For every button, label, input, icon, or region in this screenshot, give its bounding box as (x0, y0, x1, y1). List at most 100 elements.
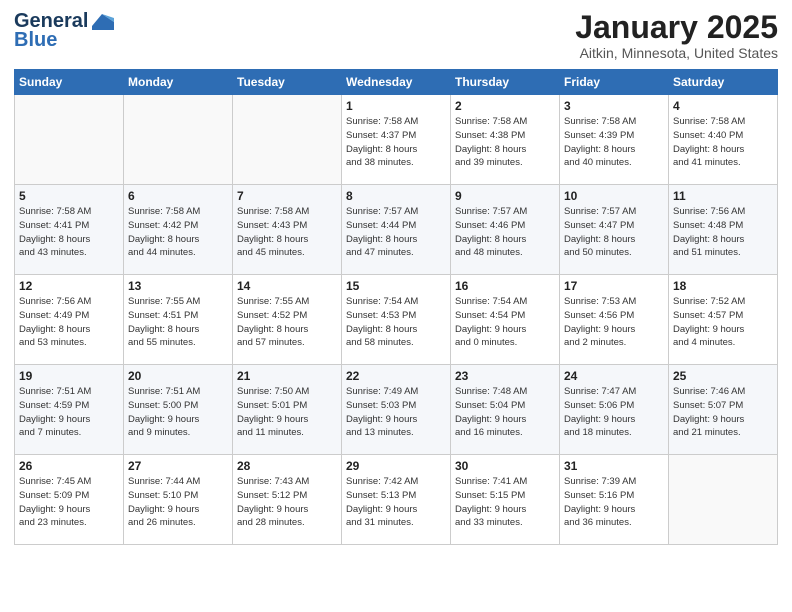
day-info: Sunset: 4:53 PM (346, 309, 446, 323)
day-info: Sunrise: 7:58 AM (128, 205, 228, 219)
day-number: 13 (128, 279, 228, 293)
day-info: Daylight: 8 hours (19, 323, 119, 337)
calendar-title: January 2025 (575, 10, 778, 45)
day-info: and 18 minutes. (564, 426, 664, 440)
day-info: Sunrise: 7:46 AM (673, 385, 773, 399)
calendar-cell: 15 Sunrise: 7:54 AMSunset: 4:53 PMDayligh… (342, 275, 451, 365)
day-info: Daylight: 9 hours (237, 413, 337, 427)
logo-wave-icon (92, 12, 114, 30)
title-section: January 2025 Aitkin, Minnesota, United S… (575, 10, 778, 61)
day-info: and 51 minutes. (673, 246, 773, 260)
day-info: Sunset: 4:54 PM (455, 309, 555, 323)
day-number: 29 (346, 459, 446, 473)
logo-text-blue: Blue (14, 29, 57, 52)
day-info: Sunset: 5:03 PM (346, 399, 446, 413)
day-info: Daylight: 9 hours (346, 503, 446, 517)
day-info: Sunset: 5:13 PM (346, 489, 446, 503)
day-info: Sunset: 4:48 PM (673, 219, 773, 233)
col-wednesday: Wednesday (342, 70, 451, 95)
day-info: Sunrise: 7:53 AM (564, 295, 664, 309)
calendar-cell: 25Sunrise: 7:46 AMSunset: 5:07 PMDayligh… (669, 365, 778, 455)
day-info: Daylight: 9 hours (564, 413, 664, 427)
day-number: 6 (128, 189, 228, 203)
day-number: 26 (19, 459, 119, 473)
day-info: and 50 minutes. (564, 246, 664, 260)
day-info: Sunrise: 7:57 AM (564, 205, 664, 219)
calendar-cell: 6Sunrise: 7:58 AMSunset: 4:42 PMDaylight… (124, 185, 233, 275)
day-info: Sunset: 4:51 PM (128, 309, 228, 323)
day-info: Sunrise: 7:47 AM (564, 385, 664, 399)
day-info: Daylight: 9 hours (346, 413, 446, 427)
calendar-cell (669, 455, 778, 545)
day-number: 31 (564, 459, 664, 473)
calendar-cell: 22Sunrise: 7:49 AMSunset: 5:03 PMDayligh… (342, 365, 451, 455)
day-info: and 9 minutes. (128, 426, 228, 440)
col-sunday: Sunday (15, 70, 124, 95)
day-info: Sunrise: 7:58 AM (237, 205, 337, 219)
calendar-cell (233, 95, 342, 185)
day-info: Daylight: 9 hours (564, 503, 664, 517)
day-info: Sunrise: 7:56 AM (19, 295, 119, 309)
day-number: 25 (673, 369, 773, 383)
calendar-cell: 20Sunrise: 7:51 AMSunset: 5:00 PMDayligh… (124, 365, 233, 455)
day-info: Daylight: 9 hours (19, 503, 119, 517)
day-number: 7 (237, 189, 337, 203)
day-number: 10 (564, 189, 664, 203)
calendar-cell: 18Sunrise: 7:52 AMSunset: 4:57 PMDayligh… (669, 275, 778, 365)
day-info: Daylight: 8 hours (237, 323, 337, 337)
day-number: 3 (564, 99, 664, 113)
day-info: and 2 minutes. (564, 336, 664, 350)
day-info: and 23 minutes. (19, 516, 119, 530)
day-info: Sunrise: 7:52 AM (673, 295, 773, 309)
day-info: Sunset: 4:52 PM (237, 309, 337, 323)
calendar-cell: 12Sunrise: 7:56 AMSunset: 4:49 PMDayligh… (15, 275, 124, 365)
day-info: Sunrise: 7:50 AM (237, 385, 337, 399)
day-info: Sunrise: 7:51 AM (128, 385, 228, 399)
day-info: Sunrise: 7:58 AM (19, 205, 119, 219)
col-tuesday: Tuesday (233, 70, 342, 95)
day-number: 5 (19, 189, 119, 203)
day-info: Sunset: 4:42 PM (128, 219, 228, 233)
day-info: and 0 minutes. (455, 336, 555, 350)
day-info: and 11 minutes. (237, 426, 337, 440)
calendar-cell: 14Sunrise: 7:55 AMSunset: 4:52 PMDayligh… (233, 275, 342, 365)
day-info: Sunrise: 7:54 AM (346, 295, 446, 309)
day-info: Daylight: 8 hours (673, 143, 773, 157)
day-info: and 31 minutes. (346, 516, 446, 530)
day-number: 18 (673, 279, 773, 293)
day-number: 20 (128, 369, 228, 383)
calendar-week-3: 12Sunrise: 7:56 AMSunset: 4:49 PMDayligh… (15, 275, 778, 365)
calendar-week-4: 19Sunrise: 7:51 AMSunset: 4:59 PMDayligh… (15, 365, 778, 455)
day-info: Sunrise: 7:58 AM (673, 115, 773, 129)
day-info: Sunrise: 7:45 AM (19, 475, 119, 489)
calendar-body: 1Sunrise: 7:58 AMSunset: 4:37 PMDaylight… (15, 95, 778, 545)
day-number: 30 (455, 459, 555, 473)
day-info: Sunrise: 7:58 AM (346, 115, 446, 129)
day-info: and 48 minutes. (455, 246, 555, 260)
day-info: Daylight: 9 hours (128, 503, 228, 517)
day-info: Sunrise: 7:57 AM (455, 205, 555, 219)
day-info: Daylight: 8 hours (237, 233, 337, 247)
calendar-cell: 10Sunrise: 7:57 AMSunset: 4:47 PMDayligh… (560, 185, 669, 275)
day-info: Sunrise: 7:51 AM (19, 385, 119, 399)
calendar-cell: 1Sunrise: 7:58 AMSunset: 4:37 PMDaylight… (342, 95, 451, 185)
calendar-cell: 3Sunrise: 7:58 AMSunset: 4:39 PMDaylight… (560, 95, 669, 185)
day-info: and 16 minutes. (455, 426, 555, 440)
col-monday: Monday (124, 70, 233, 95)
day-info: Daylight: 9 hours (128, 413, 228, 427)
day-info: Sunset: 5:16 PM (564, 489, 664, 503)
day-info: Sunset: 5:07 PM (673, 399, 773, 413)
calendar-cell: 28Sunrise: 7:43 AMSunset: 5:12 PMDayligh… (233, 455, 342, 545)
day-info: and 40 minutes. (564, 156, 664, 170)
day-info: Daylight: 9 hours (673, 323, 773, 337)
calendar-week-5: 26Sunrise: 7:45 AMSunset: 5:09 PMDayligh… (15, 455, 778, 545)
calendar-week-1: 1Sunrise: 7:58 AMSunset: 4:37 PMDaylight… (15, 95, 778, 185)
day-info: Daylight: 9 hours (564, 323, 664, 337)
day-info: Daylight: 8 hours (346, 233, 446, 247)
day-info: Daylight: 8 hours (564, 143, 664, 157)
day-number: 16 (455, 279, 555, 293)
calendar-cell: 27Sunrise: 7:44 AMSunset: 5:10 PMDayligh… (124, 455, 233, 545)
day-number: 15 (346, 279, 446, 293)
day-info: Daylight: 8 hours (346, 323, 446, 337)
day-info: Sunrise: 7:44 AM (128, 475, 228, 489)
